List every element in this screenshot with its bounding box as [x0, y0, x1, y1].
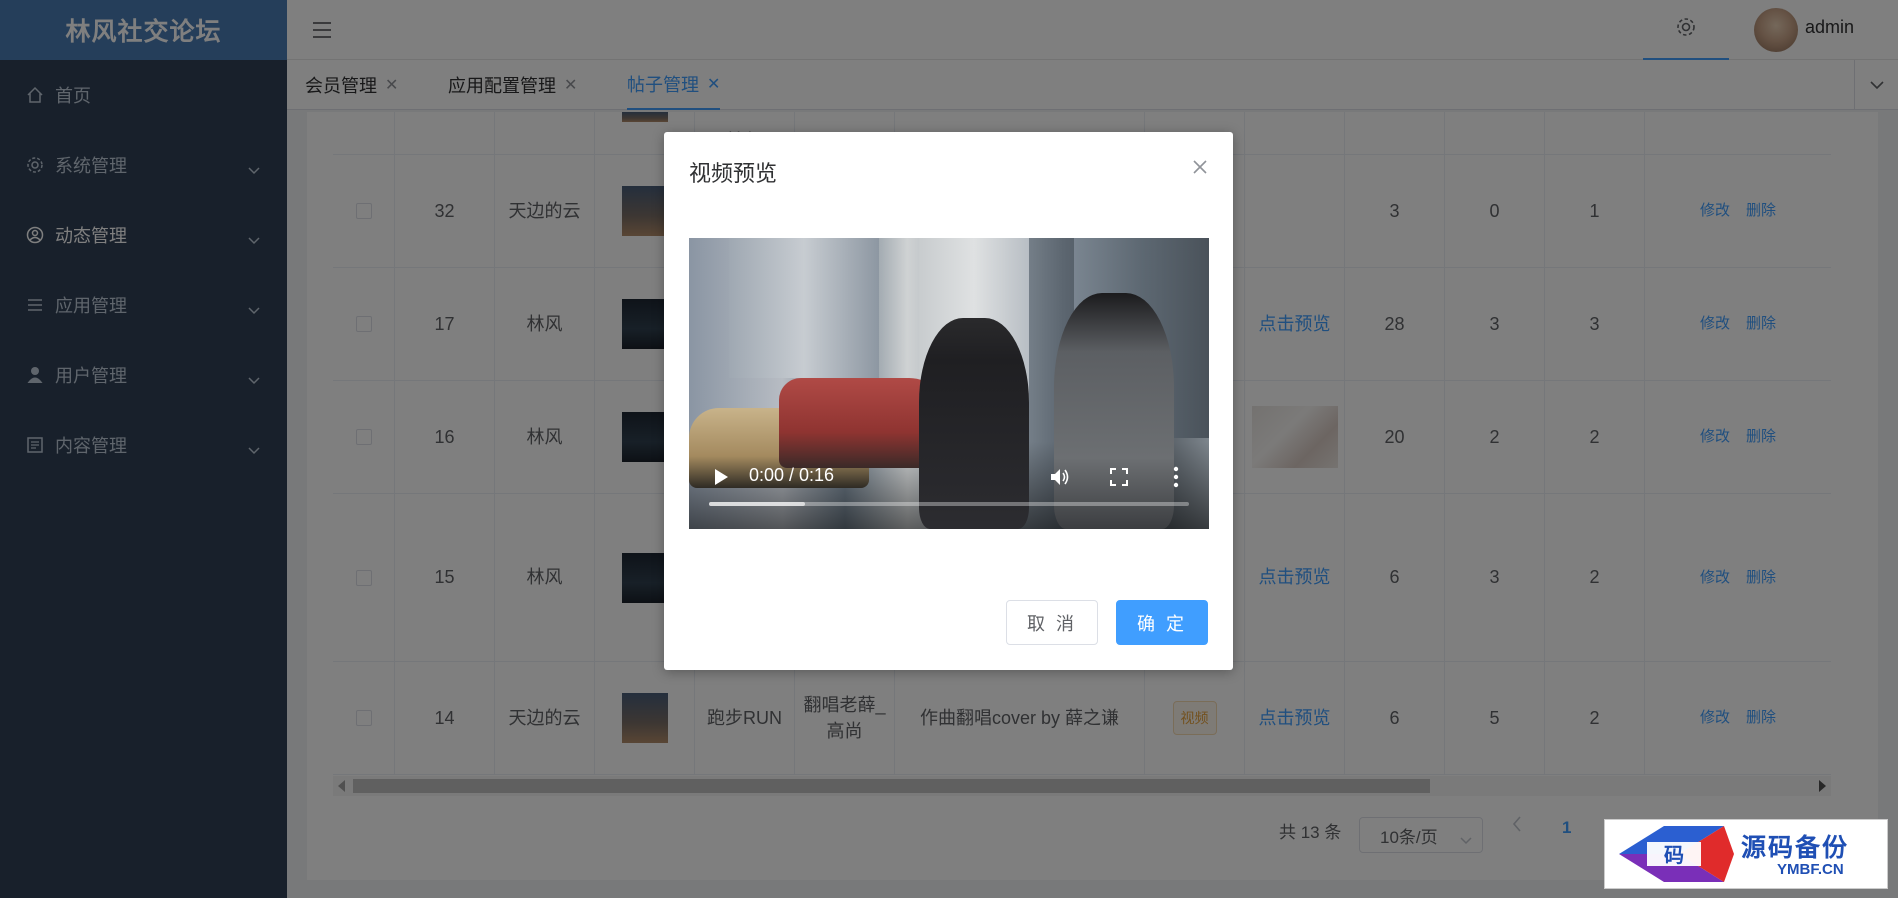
watermark-subtext: YMBF.CN	[1777, 861, 1844, 878]
confirm-button[interactable]: 确 定	[1116, 600, 1208, 645]
watermark-text: 源码备份	[1741, 834, 1850, 862]
video-progress-fill	[709, 502, 805, 506]
dialog-title: 视频预览	[689, 161, 778, 186]
watermark-badge: 码	[1664, 843, 1684, 867]
watermark-emblem: 码	[1619, 826, 1734, 882]
watermark-logo: 码 源码备份 YMBF.CN	[1604, 819, 1888, 889]
close-icon[interactable]	[1191, 158, 1209, 176]
play-icon[interactable]	[715, 469, 728, 485]
fullscreen-icon[interactable]	[1109, 467, 1129, 487]
video-controls: 0:00 / 0:16	[689, 459, 1209, 529]
video-progress-bar[interactable]	[709, 502, 1189, 506]
video-time: 0:00 / 0:16	[749, 465, 835, 485]
video-player[interactable]: 0:00 / 0:16	[689, 238, 1209, 529]
volume-icon[interactable]	[1049, 467, 1071, 487]
more-options-icon[interactable]	[1173, 465, 1179, 489]
cancel-button[interactable]: 取 消	[1006, 600, 1098, 645]
video-frame-building	[729, 238, 879, 378]
video-preview-dialog: 视频预览 0:00 / 0:16 取 消 确 定	[664, 132, 1233, 670]
